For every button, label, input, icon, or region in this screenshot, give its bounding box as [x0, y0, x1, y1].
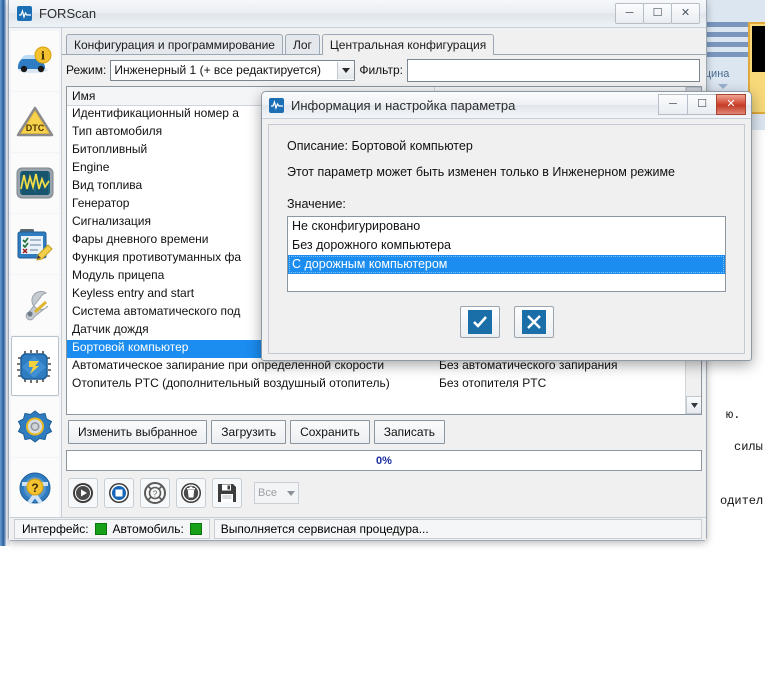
- scope-select-value: Все: [258, 487, 277, 499]
- waveform-icon: [269, 97, 284, 113]
- progress-bar: 0%: [66, 450, 702, 471]
- dialog-window-controls: ─ ☐ ✕: [658, 94, 746, 115]
- save-button[interactable]: Сохранить: [290, 420, 370, 444]
- interface-status-led: [94, 523, 107, 535]
- trash-icon[interactable]: [176, 478, 206, 508]
- status-message: Выполняется сервисная процедура...: [213, 519, 702, 539]
- lifebuoy-question-icon[interactable]: ?: [140, 478, 170, 508]
- load-button[interactable]: Загрузить: [211, 420, 287, 444]
- minimize-icon[interactable]: ─: [615, 3, 644, 24]
- window-title-bar[interactable]: FORScan ─ ☐ ✕: [9, 0, 706, 28]
- stop-icon[interactable]: [104, 478, 134, 508]
- sidebar-item-settings[interactable]: [11, 397, 59, 457]
- play-icon[interactable]: [68, 478, 98, 508]
- cancel-button[interactable]: [513, 306, 554, 338]
- background-highlight-inner: [752, 26, 765, 72]
- dialog-description: Описание: Бортовой компьютер: [287, 139, 744, 153]
- interface-label: Интерфейс:: [22, 522, 89, 536]
- vehicle-label: Автомобиль:: [112, 522, 184, 536]
- svg-text:?: ?: [153, 490, 158, 499]
- list-item[interactable]: Не сконфигурировано: [288, 217, 725, 236]
- vehicle-status-led: [189, 523, 202, 535]
- background-ribbon-lines-icon: [706, 22, 750, 64]
- sidebar-item-configuration[interactable]: [11, 336, 59, 396]
- chevron-down-icon[interactable]: [287, 487, 295, 499]
- scroll-down-icon[interactable]: [686, 396, 701, 414]
- cross-icon: [521, 310, 546, 334]
- scope-select[interactable]: Все: [254, 482, 299, 504]
- progress-text: 0%: [376, 454, 392, 467]
- minimize-icon[interactable]: ─: [658, 94, 688, 115]
- filter-input[interactable]: [407, 58, 700, 82]
- sidebar: i DTC ?: [9, 28, 62, 540]
- dialog-buttons: [269, 306, 744, 338]
- svg-text:i: i: [41, 50, 45, 63]
- window-controls: ─ ☐ ✕: [615, 3, 700, 24]
- sidebar-item-oscilloscope[interactable]: [11, 153, 59, 213]
- close-icon[interactable]: ✕: [716, 94, 746, 115]
- sidebar-item-vehicle-info[interactable]: i: [11, 31, 59, 91]
- tab-configuration-programming[interactable]: Конфигурация и программирование: [66, 34, 283, 54]
- mode-select-value: Инженерный 1 (+ все редактируется): [114, 63, 322, 77]
- sidebar-item-service[interactable]: [11, 275, 59, 335]
- status-connections: Интерфейс: Автомобиль:: [14, 519, 210, 539]
- ok-button[interactable]: [459, 306, 500, 338]
- sidebar-item-help[interactable]: ?: [11, 458, 59, 518]
- mode-select[interactable]: Инженерный 1 (+ все редактируется): [110, 59, 356, 81]
- action-buttons: Изменить выбранное Загрузить Сохранить З…: [68, 420, 706, 444]
- dialog-title-bar[interactable]: Информация и настройка параметра ─ ☐ ✕: [262, 92, 751, 119]
- mode-filter-row: Режим: Инженерный 1 (+ все редактируется…: [62, 55, 706, 82]
- window-title: FORScan: [39, 6, 97, 21]
- background-text-line: ю.: [726, 408, 741, 422]
- sidebar-item-dtc[interactable]: DTC: [11, 92, 59, 152]
- dialog-body: Описание: Бортовой компьютер Этот параме…: [268, 124, 745, 354]
- chevron-down-icon[interactable]: [337, 61, 355, 79]
- close-icon[interactable]: ✕: [671, 3, 700, 24]
- background-text-line: одител: [720, 494, 764, 508]
- dialog-description-value: Бортовой компьютер: [351, 139, 473, 153]
- tab-central-configuration[interactable]: Центральная конфигурация: [321, 34, 495, 55]
- svg-text:DTC: DTC: [26, 123, 45, 133]
- dialog-note: Этот параметр может быть изменен только …: [287, 165, 675, 179]
- tab-strip: Конфигурация и программирование Лог Цент…: [62, 32, 706, 55]
- mode-label: Режим:: [66, 63, 107, 77]
- floppy-disk-icon[interactable]: [212, 478, 242, 508]
- maximize-icon[interactable]: ☐: [687, 94, 717, 115]
- tab-log[interactable]: Лог: [284, 34, 320, 54]
- background-text-line: силы с: [734, 440, 765, 454]
- parameter-dialog: Информация и настройка параметра ─ ☐ ✕ О…: [261, 91, 752, 361]
- list-item[interactable]: Без дорожного компьютера: [288, 236, 725, 255]
- filter-label: Фильтр:: [359, 63, 403, 77]
- change-selected-button[interactable]: Изменить выбранное: [68, 420, 208, 444]
- dialog-description-label: Описание:: [287, 139, 348, 153]
- maximize-icon[interactable]: ☐: [643, 3, 672, 24]
- table-row[interactable]: Отопитель PTC (дополнительный воздушный …: [67, 376, 701, 394]
- waveform-icon: [17, 6, 32, 21]
- check-icon: [467, 310, 492, 334]
- row-value: Без отопителя PTC: [439, 376, 547, 390]
- chevron-down-icon: [718, 84, 728, 89]
- row-name: Отопитель PTC (дополнительный воздушный …: [72, 376, 390, 390]
- dialog-value-label: Значение:: [287, 197, 346, 211]
- write-button[interactable]: Записать: [373, 420, 446, 444]
- sidebar-item-tests[interactable]: [11, 214, 59, 274]
- dialog-title: Информация и настройка параметра: [291, 97, 516, 113]
- list-item[interactable]: С дорожным компьютером: [288, 255, 725, 274]
- status-bar: Интерфейс: Автомобиль: Выполняется серви…: [10, 517, 706, 540]
- svg-text:?: ?: [31, 481, 38, 495]
- dialog-options-list[interactable]: Не сконфигурировано Без дорожного компьют…: [287, 216, 726, 292]
- bottom-toolbar: ? Все: [68, 478, 706, 508]
